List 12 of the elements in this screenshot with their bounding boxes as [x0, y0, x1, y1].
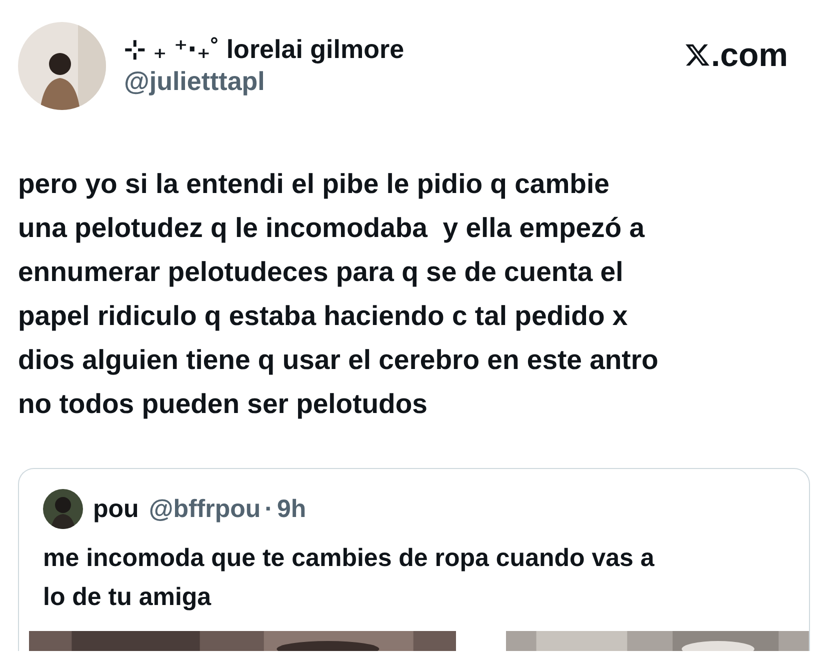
author-handle: @julietttapl	[124, 66, 266, 96]
quoted-post-text: me incomoda que te cambies de ropa cuando vas a lo de tu amiga	[42, 543, 656, 613]
quoted-avatar	[43, 489, 83, 529]
author-name: ⊹ ₊ ⁺‧₊˚ lorelai gilmore	[124, 33, 406, 66]
site-domain: .com	[710, 36, 788, 74]
separator-dot: ·	[264, 494, 273, 524]
x-logo-icon	[684, 42, 711, 68]
quoted-author-handle: @bffrpou	[148, 494, 261, 524]
post-text: pero yo si la entendi el pibe le pidio q cambie una pelotudez q le incomodaba y ella empezó a ennumerar pelotudeces para q se de cuenta el papel ridiculo q estaba haciendo c tal pedido x dios alguien tiene q usar el cerebro en este antro no todos pueden ser pelotudos	[18, 167, 660, 421]
quoted-author-name: pou	[93, 494, 139, 524]
post-time: 9h	[277, 494, 306, 524]
quoted-post-card[interactable]: pou @bffrpou · 9h me incomoda que te cambies de ropa cuando vas a lo de tu amiga	[18, 468, 810, 651]
